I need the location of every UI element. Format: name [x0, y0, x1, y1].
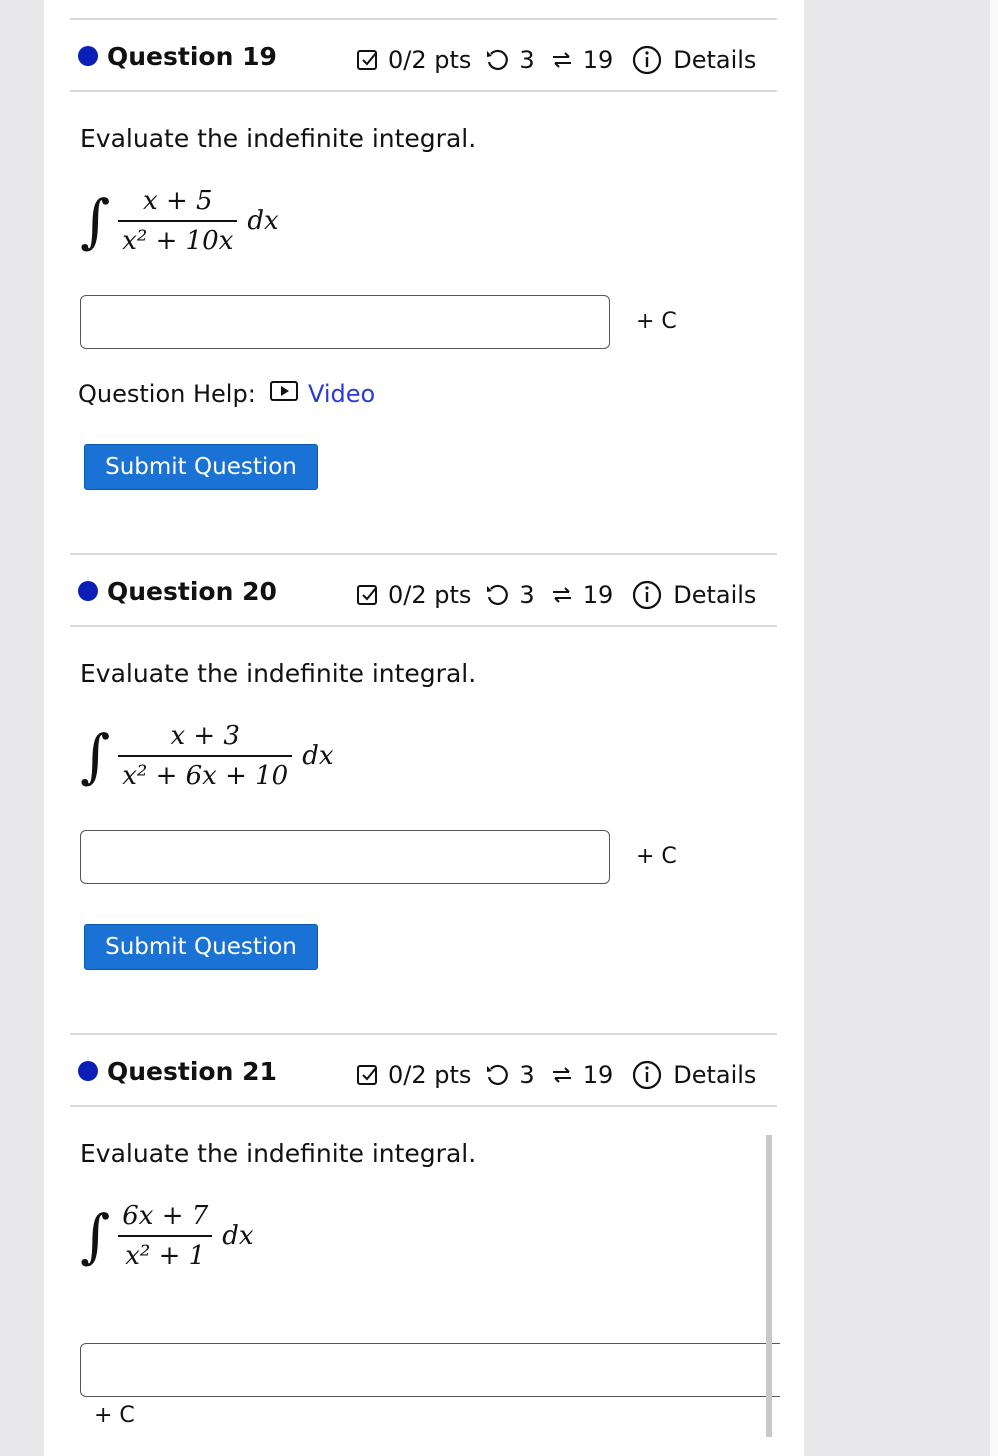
answer-input[interactable]	[80, 830, 610, 884]
numerator: x + 5	[143, 186, 213, 216]
divider	[70, 625, 777, 627]
answer-input[interactable]	[80, 1343, 780, 1397]
submit-question-button[interactable]: Submit Question	[84, 444, 318, 490]
fraction: x + 3 x² + 6x + 10	[118, 721, 293, 791]
retry-icon	[485, 48, 511, 72]
numerator: x + 3	[170, 721, 240, 751]
integral-expression: ∫ x + 3 x² + 6x + 10 dx	[80, 721, 334, 791]
question-header: Question 21 0/2 pts 3 19 Details	[70, 1035, 777, 1105]
denominator: x² + 10x	[122, 226, 234, 256]
submit-question-button[interactable]: Submit Question	[84, 924, 318, 970]
checkbox-score-icon	[356, 1063, 380, 1087]
differential: dx	[302, 741, 334, 771]
retry-icon	[485, 583, 511, 607]
question-title: Question 20	[107, 577, 277, 606]
checkbox-score-icon	[356, 583, 380, 607]
answer-input[interactable]	[80, 295, 610, 349]
question-prompt: Evaluate the indefinite integral.	[80, 1139, 477, 1168]
question-title: Question 19	[107, 42, 277, 71]
differential: dx	[222, 1221, 254, 1251]
denominator: x² + 6x + 10	[122, 761, 289, 791]
checkbox-score-icon	[356, 48, 380, 72]
info-icon[interactable]	[631, 44, 663, 76]
attempts-count: 19	[582, 1061, 614, 1089]
video-link[interactable]: Video	[270, 380, 375, 408]
question-meta: 0/2 pts 3 19 Details	[356, 44, 756, 76]
points-label: 0/2 pts	[388, 581, 472, 609]
info-icon[interactable]	[631, 579, 663, 611]
divider	[70, 1105, 777, 1107]
retries-count: 3	[519, 46, 535, 74]
integral-sign: ∫	[80, 187, 111, 255]
constant-label: + C	[636, 309, 677, 334]
status-dot-icon	[78, 46, 98, 66]
retries-count: 3	[519, 1061, 535, 1089]
window-edge	[990, 0, 998, 1456]
retry-icon	[485, 1063, 511, 1087]
question-prompt: Evaluate the indefinite integral.	[80, 659, 477, 688]
status-dot-icon	[78, 1061, 98, 1081]
question-meta: 0/2 pts 3 19 Details	[356, 579, 756, 611]
retries-count: 3	[519, 581, 535, 609]
integral-sign: ∫	[80, 1202, 111, 1270]
video-play-icon	[270, 380, 298, 408]
info-icon[interactable]	[631, 1059, 663, 1091]
integral-sign: ∫	[80, 722, 111, 790]
question-title: Question 21	[107, 1057, 277, 1086]
constant-label: + C	[94, 1403, 135, 1428]
denominator: x² + 1	[125, 1241, 206, 1271]
attempts-icon	[549, 1063, 575, 1087]
assignment-page: Question 19 0/2 pts 3 19 Details Evaluat…	[44, 0, 804, 1456]
video-label[interactable]: Video	[308, 380, 375, 408]
details-link[interactable]: Details	[673, 1061, 756, 1089]
differential: dx	[247, 206, 279, 236]
question-prompt: Evaluate the indefinite integral.	[80, 124, 477, 153]
numerator: 6x + 7	[122, 1201, 209, 1231]
question-header: Question 19 0/2 pts 3 19 Details	[70, 20, 777, 90]
points-label: 0/2 pts	[388, 1061, 472, 1089]
details-link[interactable]: Details	[673, 46, 756, 74]
attempts-count: 19	[582, 581, 614, 609]
scrollbar[interactable]	[766, 1135, 772, 1437]
divider	[70, 90, 777, 92]
help-label: Question Help:	[78, 380, 256, 408]
integral-expression: ∫ 6x + 7 x² + 1 dx	[80, 1201, 254, 1271]
question-header: Question 20 0/2 pts 3 19 Details	[70, 555, 777, 625]
fraction: x + 5 x² + 10x	[118, 186, 238, 256]
attempts-icon	[549, 48, 575, 72]
status-dot-icon	[78, 581, 98, 601]
constant-label: + C	[636, 844, 677, 869]
points-label: 0/2 pts	[388, 46, 472, 74]
details-link[interactable]: Details	[673, 581, 756, 609]
fraction: 6x + 7 x² + 1	[118, 1201, 213, 1271]
attempts-icon	[549, 583, 575, 607]
integral-expression: ∫ x + 5 x² + 10x dx	[80, 186, 279, 256]
question-meta: 0/2 pts 3 19 Details	[356, 1059, 756, 1091]
attempts-count: 19	[582, 46, 614, 74]
